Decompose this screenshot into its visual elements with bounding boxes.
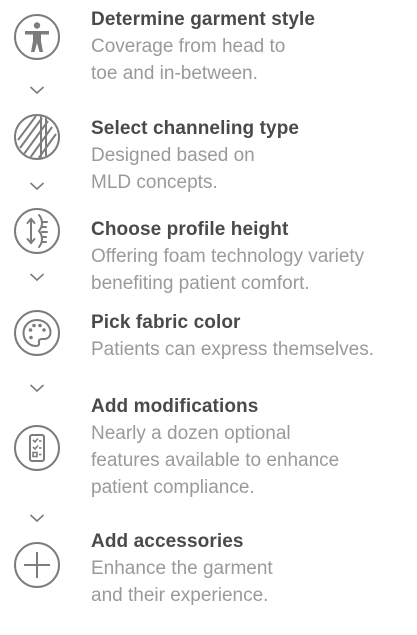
chevron-down-icon [29,383,45,393]
step-text: Choose profile height Offering foam tech… [91,218,417,297]
chevron-down-icon [29,272,45,282]
plus-icon [12,540,62,590]
step-title: Pick fabric color [91,312,241,333]
step-text: Pick fabric color Patients can express t… [91,311,417,363]
step-text: Select channeling type Designed based on… [91,117,417,196]
profile-height-icon [12,206,62,256]
channeling-icon [12,112,62,162]
step-text: Add modifications Nearly a dozen optiona… [91,395,417,501]
step-description: Nearly a dozen optional features availab… [91,423,340,498]
step-text: Add accessories Enhance the garment and … [91,530,417,609]
step-title: Select channeling type [91,118,300,139]
step-text: Determine garment style Coverage from he… [91,8,417,87]
chevron-down-icon [29,513,45,523]
chevron-down-icon [29,85,45,95]
step-description: Coverage from head to toe and in-between… [91,36,286,84]
step-description: Patients can express themselves. [91,339,375,360]
palette-icon [12,308,62,358]
step-description: Designed based on MLD concepts. [91,145,255,193]
step-description: Enhance the garment and their experience… [91,558,273,606]
step-title: Add accessories [91,531,244,552]
step-title: Choose profile height [91,219,289,240]
step-title: Add modifications [91,396,259,417]
step-description: Offering foam technology variety benefit… [91,246,365,294]
checklist-icon [12,423,62,473]
person-icon [12,12,62,62]
chevron-down-icon [29,181,45,191]
step-title: Determine garment style [91,9,316,30]
